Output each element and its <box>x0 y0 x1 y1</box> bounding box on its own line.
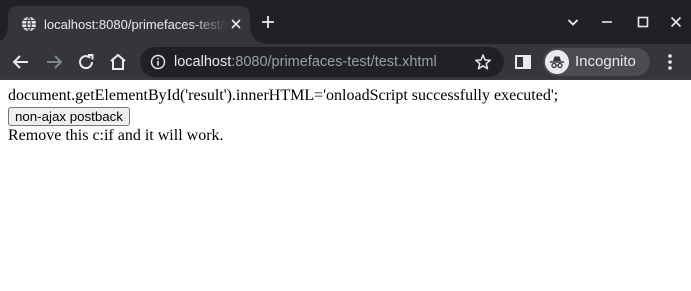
reload-icon[interactable] <box>75 51 97 73</box>
minimize-icon[interactable] <box>599 14 615 30</box>
tab-strip: localhost:8080/primefaces-test/test.xhtm… <box>0 0 691 44</box>
incognito-icon <box>545 50 569 74</box>
page-content: document.getElementById('result').innerH… <box>0 81 691 291</box>
home-icon[interactable] <box>107 51 129 73</box>
non-ajax-postback-button[interactable]: non-ajax postback <box>8 107 130 126</box>
incognito-indicator[interactable]: Incognito <box>543 48 650 76</box>
close-tab-icon[interactable] <box>228 16 244 32</box>
script-output-text: document.getElementById('result').innerH… <box>8 87 559 104</box>
side-panel-icon[interactable] <box>512 51 534 73</box>
url-text[interactable]: localhost:8080/primefaces-test/test.xhtm… <box>174 53 437 71</box>
tab-title: localhost:8080/primefaces-test/test.xhtm… <box>44 17 228 32</box>
result-text: Remove this c:if and it will work. <box>8 127 224 144</box>
close-window-icon[interactable] <box>668 14 684 30</box>
address-bar[interactable]: localhost:8080/primefaces-test/test.xhtm… <box>140 47 504 77</box>
globe-icon <box>22 16 36 32</box>
menu-kebab-icon[interactable] <box>659 51 681 73</box>
maximize-icon[interactable] <box>635 14 651 30</box>
bookmark-star-icon[interactable] <box>474 53 492 71</box>
new-tab-icon[interactable] <box>260 14 276 30</box>
tab-search-chevron-icon[interactable] <box>565 14 581 30</box>
browser-tab[interactable]: localhost:8080/primefaces-test/test.xhtm… <box>0 6 266 44</box>
browser-toolbar: localhost:8080/primefaces-test/test.xhtm… <box>0 44 691 80</box>
incognito-label: Incognito <box>575 53 636 70</box>
url-host: localhost <box>174 54 232 70</box>
site-info-icon[interactable] <box>150 54 166 70</box>
url-path: :8080/primefaces-test/test.xhtml <box>231 54 437 70</box>
forward-icon[interactable] <box>43 51 65 73</box>
back-icon[interactable] <box>10 51 32 73</box>
